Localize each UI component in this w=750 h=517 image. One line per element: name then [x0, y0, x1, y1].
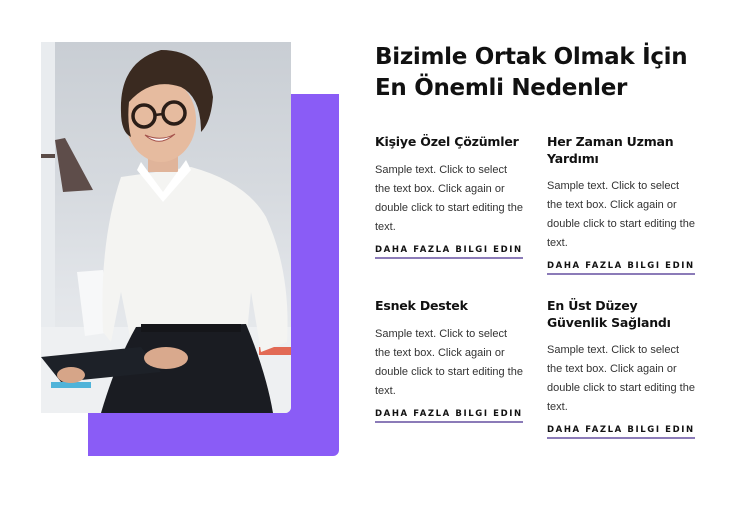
feature-title: Kişiye Özel Çözümler — [375, 134, 519, 149]
lamp-shade — [55, 138, 93, 192]
feature-card: Her Zaman Uzman Yardımı Sample text. Cli… — [547, 134, 697, 275]
feature-card: Kişiye Özel Çözümler Sample text. Click … — [375, 134, 525, 259]
feature-card: En Üst Düzey Güvenlik Sağlandı Sample te… — [547, 298, 697, 439]
learn-more-link[interactable]: DAHA FAZLA BILGI EDIN — [547, 425, 695, 439]
hand-left — [57, 367, 85, 383]
feature-card: Esnek Destek Sample text. Click to selec… — [375, 298, 525, 423]
feature-title: Her Zaman Uzman Yardımı — [547, 134, 674, 166]
feature-text[interactable]: Sample text. Click to select the text bo… — [547, 341, 697, 417]
feature-text[interactable]: Sample text. Click to select the text bo… — [547, 177, 697, 253]
hand-right — [144, 347, 188, 369]
feature-text[interactable]: Sample text. Click to select the text bo… — [375, 325, 525, 401]
belt — [141, 324, 241, 332]
feature-text[interactable]: Sample text. Click to select the text bo… — [375, 161, 525, 237]
feature-title: En Üst Düzey Güvenlik Sağlandı — [547, 298, 671, 330]
lamp-arm — [41, 154, 55, 158]
feature-title: Esnek Destek — [375, 298, 468, 313]
section-heading: Bizimle Ortak Olmak İçin En Önemli Neden… — [375, 44, 688, 101]
learn-more-link[interactable]: DAHA FAZLA BILGI EDIN — [375, 409, 523, 423]
hero-photo — [41, 42, 291, 413]
photo-illustration — [41, 42, 291, 413]
glasses-bridge — [154, 112, 164, 117]
learn-more-link[interactable]: DAHA FAZLA BILGI EDIN — [375, 245, 523, 259]
learn-more-link[interactable]: DAHA FAZLA BILGI EDIN — [547, 261, 695, 275]
